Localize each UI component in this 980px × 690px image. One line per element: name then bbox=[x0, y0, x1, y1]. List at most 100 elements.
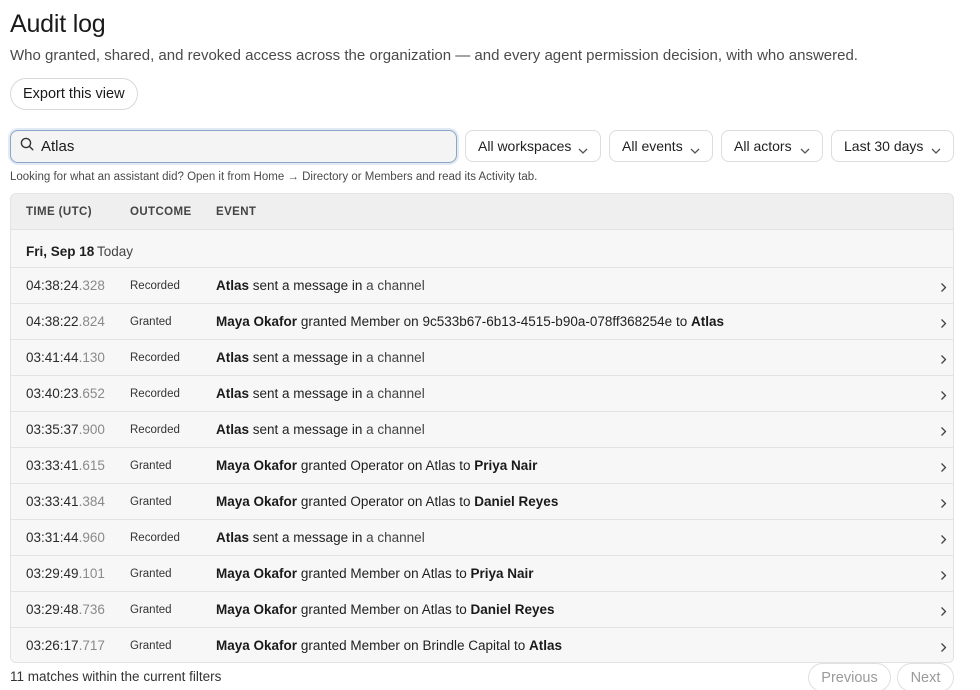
table-row[interactable]: 03:29:49.101 Granted Maya Okafor granted M… bbox=[11, 556, 953, 592]
column-header-outcome: OUTCOME bbox=[130, 206, 192, 218]
event-preposition: to bbox=[459, 494, 471, 509]
table-header: TIME (UTC) OUTCOME EVENT bbox=[11, 194, 953, 230]
column-header-event: EVENT bbox=[216, 206, 257, 218]
event-time-hms: 03:29:49 bbox=[26, 566, 79, 581]
event-time-ms: .960 bbox=[78, 530, 105, 545]
search-field[interactable] bbox=[10, 130, 457, 163]
chevron-right-icon bbox=[940, 532, 947, 550]
event-time-hms: 03:33:41 bbox=[26, 494, 79, 509]
event-description: Atlas sent a message in a channel bbox=[216, 422, 425, 437]
chevron-down-icon bbox=[690, 142, 700, 158]
workspace-filter-dropdown[interactable]: All workspaces bbox=[465, 130, 601, 162]
event-grantee: Daniel Reyes bbox=[474, 494, 559, 509]
event-preposition: on bbox=[403, 638, 419, 653]
event-target: a channel bbox=[366, 422, 425, 437]
chevron-right-icon bbox=[940, 568, 947, 586]
chevron-right-icon bbox=[940, 460, 947, 478]
table-row[interactable]: 03:35:37.900 Recorded Atlas sent a message… bbox=[11, 412, 953, 448]
date-range-filter-label: Last 30 days bbox=[844, 138, 924, 154]
event-target: a channel bbox=[366, 386, 425, 401]
event-time-ms: .384 bbox=[78, 494, 105, 509]
table-row[interactable]: 03:33:41.384 Granted Maya Okafor granted O… bbox=[11, 484, 953, 520]
event-time-ms: .900 bbox=[78, 422, 105, 437]
event-actor: Atlas bbox=[216, 350, 250, 365]
event-verb: granted bbox=[300, 602, 347, 617]
event-time-ms: .717 bbox=[78, 638, 105, 653]
actor-filter-dropdown[interactable]: All actors bbox=[721, 130, 823, 162]
event-grantee: Atlas bbox=[529, 638, 563, 653]
event-preposition: on bbox=[403, 602, 419, 617]
table-row[interactable]: 03:33:41.615 Granted Maya Okafor granted O… bbox=[11, 448, 953, 484]
event-time: 04:38:22.824 bbox=[26, 314, 105, 329]
event-actor: Atlas bbox=[216, 422, 250, 437]
event-time-hms: 03:41:44 bbox=[26, 350, 79, 365]
event-time-hms: 03:33:41 bbox=[26, 458, 79, 473]
column-header-time: TIME (UTC) bbox=[26, 206, 92, 218]
event-grantee: Atlas bbox=[690, 314, 724, 329]
event-time: 03:35:37.900 bbox=[26, 422, 105, 437]
chevron-down-icon bbox=[931, 142, 941, 158]
event-verb: granted bbox=[300, 494, 347, 509]
table-row[interactable]: 03:29:48.736 Granted Maya Okafor granted M… bbox=[11, 592, 953, 628]
event-preposition: to bbox=[455, 566, 467, 581]
actor-filter-label: All actors bbox=[734, 138, 792, 154]
event-preposition: in bbox=[351, 386, 363, 401]
event-target: a channel bbox=[366, 278, 425, 293]
event-target: a channel bbox=[366, 350, 425, 365]
event-preposition: in bbox=[351, 422, 363, 437]
event-resource: Atlas bbox=[421, 566, 452, 581]
previous-page-button[interactable]: Previous bbox=[808, 663, 891, 690]
export-view-button[interactable]: Export this view bbox=[10, 78, 138, 110]
table-row[interactable]: 03:41:44.130 Recorded Atlas sent a message… bbox=[11, 340, 953, 376]
event-grantee: Priya Nair bbox=[470, 566, 534, 581]
group-date: Fri, Sep 18 bbox=[26, 244, 95, 259]
event-time-ms: .101 bbox=[78, 566, 105, 581]
chevron-right-icon bbox=[940, 388, 947, 406]
event-time-ms: .328 bbox=[78, 278, 105, 293]
table-row[interactable]: 03:26:17.717 Granted Maya Okafor granted M… bbox=[11, 628, 953, 662]
table-row[interactable]: 04:38:24.328 Recorded Atlas sent a message… bbox=[11, 268, 953, 304]
event-preposition: in bbox=[351, 350, 363, 365]
event-resource: 9c533b67-6b13-4515-b90a-078ff368254e bbox=[422, 314, 673, 329]
workspace-filter-label: All workspaces bbox=[478, 138, 572, 154]
next-page-button[interactable]: Next bbox=[897, 663, 954, 690]
event-time: 03:31:44.960 bbox=[26, 530, 105, 545]
table-row[interactable]: 03:31:44.960 Recorded Atlas sent a message… bbox=[11, 520, 953, 556]
event-outcome: Granted bbox=[130, 496, 172, 508]
event-time: 03:41:44.130 bbox=[26, 350, 105, 365]
event-resource: Atlas bbox=[421, 602, 452, 617]
chevron-right-icon bbox=[940, 496, 947, 514]
event-filter-dropdown[interactable]: All events bbox=[609, 130, 713, 162]
match-count: 11 matches within the current filters bbox=[10, 669, 222, 684]
event-preposition: to bbox=[514, 638, 526, 653]
event-time: 03:29:49.101 bbox=[26, 566, 105, 581]
event-actor: Maya Okafor bbox=[216, 458, 298, 473]
event-description: Atlas sent a message in a channel bbox=[216, 386, 425, 401]
search-input[interactable] bbox=[41, 138, 421, 155]
table-body: 04:38:24.328 Recorded Atlas sent a message… bbox=[11, 268, 953, 662]
event-verb: granted bbox=[300, 638, 347, 653]
group-date-tag: Today bbox=[97, 244, 134, 259]
event-time: 03:40:23.652 bbox=[26, 386, 105, 401]
event-preposition: on bbox=[407, 494, 423, 509]
page-title: Audit log bbox=[10, 10, 106, 38]
event-role: Operator bbox=[350, 494, 404, 509]
event-actor: Atlas bbox=[216, 530, 250, 545]
event-actor: Atlas bbox=[216, 386, 250, 401]
event-outcome: Granted bbox=[130, 568, 172, 580]
event-grantee: Daniel Reyes bbox=[470, 602, 555, 617]
event-description: Atlas sent a message in a channel bbox=[216, 530, 425, 545]
event-verb: sent a message bbox=[252, 350, 349, 365]
date-range-filter-dropdown[interactable]: Last 30 days bbox=[831, 130, 954, 162]
event-resource: Atlas bbox=[425, 494, 456, 509]
event-description: Maya Okafor granted Member on Atlas to D… bbox=[216, 602, 555, 617]
event-role: Operator bbox=[350, 458, 404, 473]
event-preposition: in bbox=[351, 530, 363, 545]
event-description: Maya Okafor granted Operator on Atlas to… bbox=[216, 458, 537, 473]
table-row[interactable]: 04:38:22.824 Granted Maya Okafor granted M… bbox=[11, 304, 953, 340]
event-actor: Maya Okafor bbox=[216, 566, 298, 581]
activity-hint-text: Looking for what an assistant did? Open … bbox=[10, 171, 538, 183]
event-time-ms: .652 bbox=[78, 386, 105, 401]
chevron-right-icon bbox=[940, 352, 947, 370]
table-row[interactable]: 03:40:23.652 Recorded Atlas sent a message… bbox=[11, 376, 953, 412]
